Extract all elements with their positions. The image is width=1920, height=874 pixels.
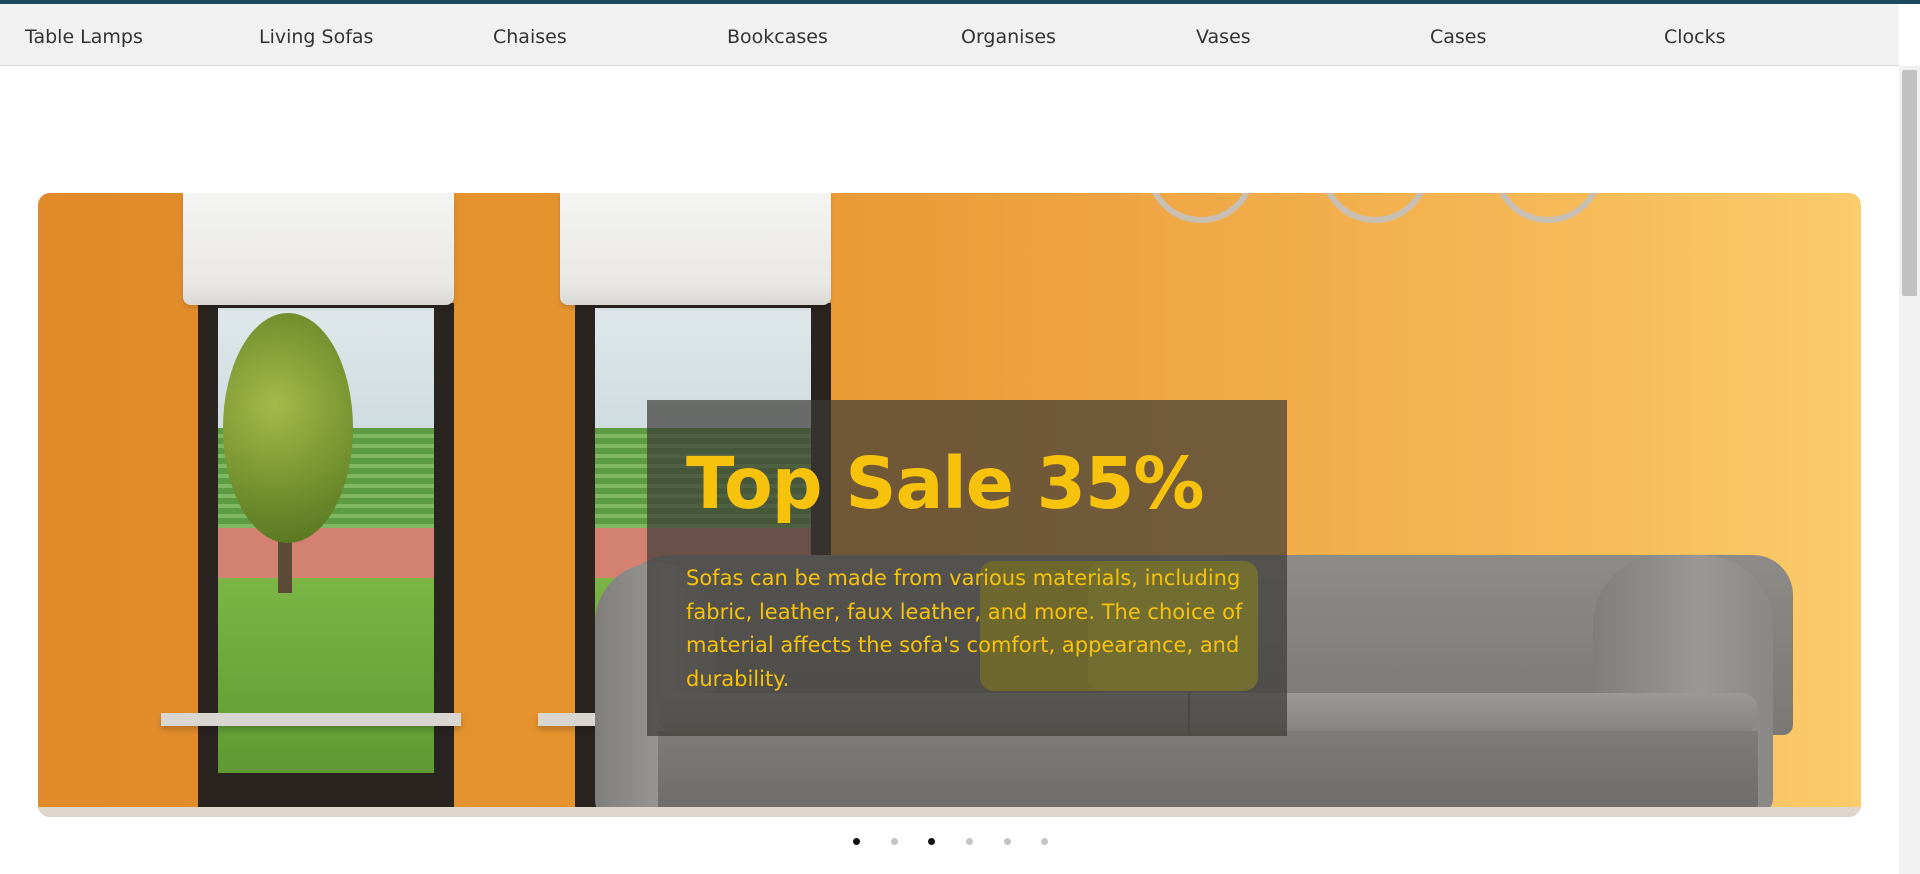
carousel-dot-1[interactable] — [853, 838, 860, 845]
wall-decor-ring — [1146, 193, 1256, 223]
nav-item-bookcases[interactable]: Bookcases — [727, 26, 828, 48]
nav-item-table-lamps[interactable]: Table Lamps — [25, 26, 143, 48]
carousel-indicators — [0, 838, 1899, 848]
scrollbar-thumb[interactable] — [1902, 70, 1917, 296]
carousel-dot-6[interactable] — [1041, 838, 1048, 845]
nav-item-organises[interactable]: Organises — [961, 26, 1056, 48]
carousel-dot-5[interactable] — [1004, 838, 1011, 845]
page-scrollbar[interactable] — [1899, 66, 1920, 874]
nav-item-chaises[interactable]: Chaises — [493, 26, 567, 48]
floor-strip — [38, 807, 1861, 817]
wall-decor-ring — [1493, 193, 1603, 223]
hero-title: Top Sale 35% — [686, 442, 1205, 525]
carousel-dot-4[interactable] — [966, 838, 973, 845]
nav-item-vases[interactable]: Vases — [1196, 26, 1251, 48]
carousel-dot-3[interactable] — [928, 838, 935, 845]
nav-item-cases[interactable]: Cases — [1430, 26, 1486, 48]
wall-decor-ring — [1320, 193, 1430, 223]
nav-item-living-sofas[interactable]: Living Sofas — [259, 26, 373, 48]
nav-item-clocks[interactable]: Clocks — [1664, 26, 1726, 48]
category-nav: Table Lamps Living Sofas Chaises Bookcas… — [0, 4, 1899, 66]
carousel-dot-2[interactable] — [891, 838, 898, 845]
hero-description: Sofas can be made from various materials… — [686, 566, 1243, 691]
